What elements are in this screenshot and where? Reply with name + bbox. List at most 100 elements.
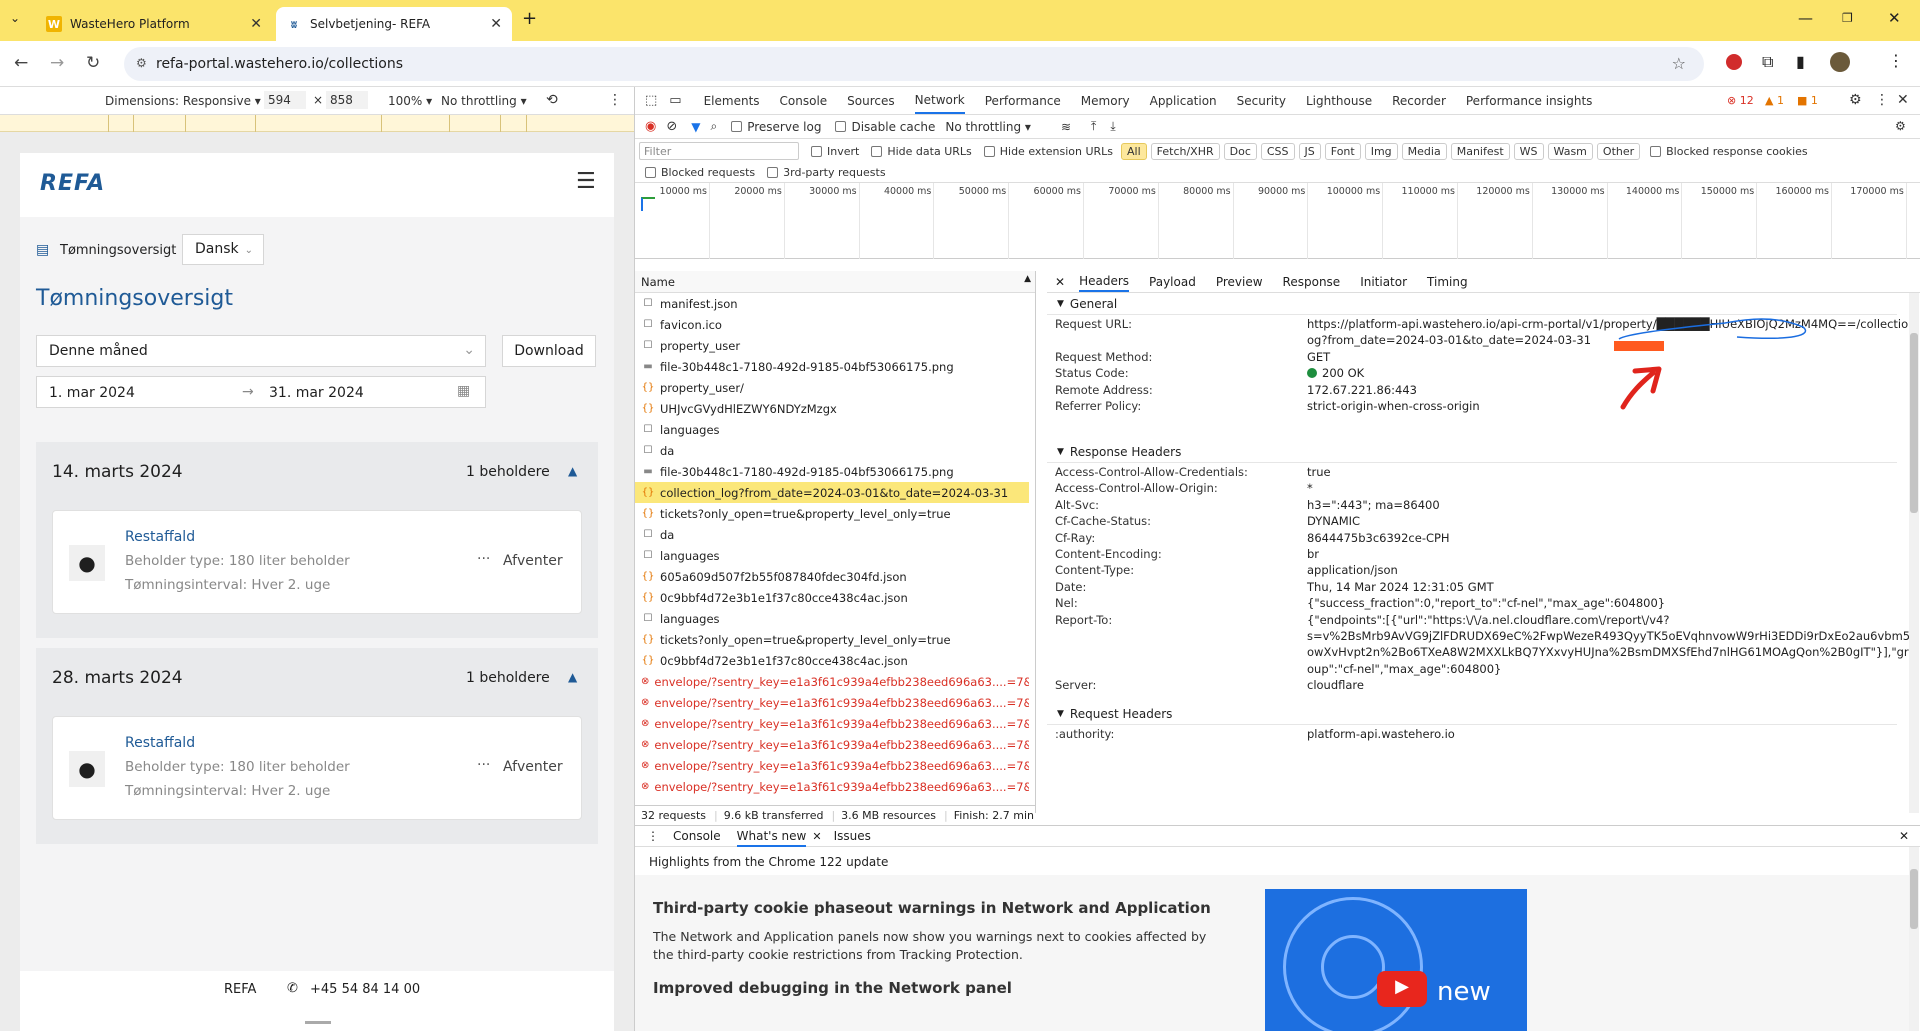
- zoom-dropdown[interactable]: 100% ▾: [388, 94, 432, 108]
- omnibox[interactable]: ⚙ refa-portal.wastehero.io/collections ☆: [124, 47, 1704, 81]
- devtools-more-icon[interactable]: ⋮: [1875, 92, 1889, 108]
- device-more-icon[interactable]: ⋮: [608, 92, 622, 108]
- request-row[interactable]: ⊗ envelope/?sentry_key=e1a3f61c939a4efbb2…: [635, 776, 1029, 797]
- header-value[interactable]: 8644475b3c6392ce-CPH: [1307, 531, 1450, 545]
- request-row[interactable]: ☐ favicon.ico: [635, 314, 1029, 335]
- clear-icon[interactable]: ⊘: [666, 119, 677, 134]
- article-heading-1[interactable]: Third-party cookie phaseout warnings in …: [653, 899, 1211, 917]
- scroll-thumb[interactable]: [1910, 333, 1918, 513]
- bookmark-star-icon[interactable]: ☆: [1672, 54, 1686, 73]
- record-stop-icon[interactable]: ◉: [645, 119, 656, 134]
- language-select[interactable]: Dansk ⌄: [182, 234, 264, 265]
- request-row[interactable]: ▬ file-30b448c1-7180-492d-9185-04bf530661…: [635, 356, 1029, 377]
- header-value[interactable]: true: [1307, 465, 1331, 479]
- tab-lighthouse[interactable]: Lighthouse: [1306, 94, 1372, 108]
- collapse-caret-icon[interactable]: ▲: [568, 464, 577, 478]
- chrome-menu-icon[interactable]: ⋮: [1888, 51, 1904, 70]
- header-value[interactable]: {"endpoints":[{"url":"https:\/\/a.nel.cl…: [1307, 613, 1669, 627]
- video-thumbnail[interactable]: ▶ new: [1265, 889, 1527, 1031]
- header-value[interactable]: Thu, 14 Mar 2024 12:31:05 GMT: [1307, 580, 1494, 594]
- detail-tab-payload[interactable]: Payload: [1149, 275, 1196, 289]
- collapse-caret-icon[interactable]: ▲: [568, 670, 577, 684]
- extension-record-icon[interactable]: [1726, 54, 1742, 70]
- type-filter-other[interactable]: Other: [1596, 142, 1641, 160]
- request-row[interactable]: ☐ languages: [635, 419, 1029, 440]
- tab-refa[interactable]: ʬ Selvbetjening- REFA ✕: [276, 7, 512, 41]
- tab-sources[interactable]: Sources: [847, 94, 894, 108]
- header-value[interactable]: og?from_date=2024-03-01&to_date=2024-03-…: [1307, 333, 1591, 347]
- reload-icon[interactable]: ↻: [86, 53, 100, 73]
- warning-count-badge[interactable]: ▲ 1: [1765, 94, 1784, 107]
- date-to[interactable]: 31. mar 2024: [269, 385, 364, 401]
- request-row[interactable]: {} 0c9bbf4d72e3b1e1f37c80cce438c4ac.json: [635, 587, 1029, 608]
- timeline-overview[interactable]: 10000 ms 20000 ms 30000 ms 40000 ms 50000 ms…: [635, 183, 1920, 259]
- close-tab-icon[interactable]: ✕: [490, 16, 502, 32]
- footer-phone[interactable]: +45 54 84 14 00: [310, 982, 420, 997]
- type-filter-doc[interactable]: Doc: [1223, 142, 1257, 160]
- device-height-input[interactable]: 858: [326, 91, 368, 109]
- tab-security[interactable]: Security: [1237, 94, 1286, 108]
- type-filter-font[interactable]: Font: [1324, 142, 1361, 160]
- type-filter-css[interactable]: CSS: [1260, 142, 1295, 160]
- close-whats-new-icon[interactable]: ✕: [812, 830, 821, 843]
- type-filter-fetch-xhr[interactable]: Fetch/XHR: [1150, 142, 1220, 160]
- request-row[interactable]: ⊗ envelope/?sentry_key=e1a3f61c939a4efbb2…: [635, 671, 1029, 692]
- tab-console[interactable]: Console: [780, 94, 828, 108]
- extensions-puzzle-icon[interactable]: ⧉: [1762, 52, 1773, 72]
- detail-scrollbar[interactable]: [1909, 293, 1919, 813]
- back-arrow-icon[interactable]: ←: [14, 53, 28, 73]
- request-row[interactable]: ⊗ envelope/?sentry_key=e1a3f61c939a4efbb2…: [635, 713, 1029, 734]
- request-row[interactable]: ☐ property_user: [635, 335, 1029, 356]
- site-info-icon[interactable]: ⚙: [136, 56, 147, 70]
- header-value[interactable]: application/json: [1307, 563, 1398, 577]
- response-headers-toggle[interactable]: ▼ Response Headers: [1047, 441, 1897, 463]
- request-row[interactable]: {} 605a609d507f2b55f087840fdec304fd.json: [635, 566, 1029, 587]
- header-value[interactable]: cloudflare: [1307, 678, 1364, 692]
- nav-item-collections[interactable]: Tømningsoversigt: [60, 243, 176, 258]
- header-value[interactable]: br: [1307, 547, 1319, 561]
- minimize-icon[interactable]: —: [1798, 9, 1813, 27]
- device-width-input[interactable]: 594: [264, 91, 306, 109]
- header-value[interactable]: DYNAMIC: [1307, 514, 1360, 528]
- close-drawer-icon[interactable]: ✕: [1899, 829, 1909, 843]
- tab-application[interactable]: Application: [1150, 94, 1217, 108]
- header-value[interactable]: *: [1307, 481, 1313, 495]
- network-settings-icon[interactable]: ⚙: [1895, 119, 1906, 133]
- request-row[interactable]: {} tickets?only_open=true&property_level_…: [635, 503, 1029, 524]
- tab-wastehero[interactable]: W WasteHero Platform ✕: [36, 7, 272, 41]
- header-value[interactable]: {"success_fraction":0,"report_to":"cf-ne…: [1307, 596, 1665, 610]
- container-card[interactable]: ● Restaffald Beholder type: 180 liter be…: [52, 510, 582, 614]
- detail-tab-preview[interactable]: Preview: [1216, 275, 1263, 289]
- header-value[interactable]: platform-api.wastehero.io: [1307, 727, 1455, 741]
- device-toggle-icon[interactable]: ▭: [669, 93, 681, 108]
- network-conditions-icon[interactable]: ≋: [1061, 120, 1071, 134]
- new-tab-plus-icon[interactable]: +: [522, 8, 537, 29]
- article-heading-2[interactable]: Improved debugging in the Network panel: [653, 979, 1012, 997]
- container-card[interactable]: ● Restaffald Beholder type: 180 liter be…: [52, 716, 582, 820]
- profile-avatar[interactable]: [1830, 52, 1850, 72]
- side-panel-icon[interactable]: ▮: [1796, 52, 1805, 71]
- close-tab-icon[interactable]: ✕: [250, 16, 262, 32]
- preserve-log-checkbox[interactable]: [731, 121, 743, 132]
- name-column-header[interactable]: Name ▲: [635, 271, 1035, 293]
- tab-search-button[interactable]: ⌄: [10, 11, 20, 25]
- header-value[interactable]: h3=":443"; ma=86400: [1307, 498, 1440, 512]
- drawer-tab-issues[interactable]: Issues: [834, 829, 871, 843]
- issue-count-badge[interactable]: ■ 1: [1797, 94, 1818, 107]
- header-value[interactable]: GET: [1307, 350, 1330, 364]
- tab-performance-insights[interactable]: Performance insights: [1466, 94, 1593, 108]
- restore-icon[interactable]: ❐: [1842, 11, 1853, 25]
- detail-tab-response[interactable]: Response: [1283, 275, 1341, 289]
- request-row[interactable]: ⊗ envelope/?sentry_key=e1a3f61c939a4efbb2…: [635, 755, 1029, 776]
- filter-funnel-icon[interactable]: ▼: [691, 120, 700, 134]
- request-headers-toggle[interactable]: ▼ Request Headers: [1047, 703, 1897, 725]
- drawer-tab-whats-new[interactable]: What's new: [736, 826, 807, 847]
- tab-elements[interactable]: Elements: [704, 94, 760, 108]
- blocked-response-cookies-checkbox[interactable]: [1650, 145, 1662, 157]
- search-icon[interactable]: ⌕: [710, 119, 717, 134]
- detail-tab-timing[interactable]: Timing: [1427, 275, 1468, 289]
- download-button[interactable]: Download: [502, 335, 596, 367]
- header-value[interactable]: owXvHvpt2n%2Bo6TXeA8W2MXXLkBQ7YXxvyHUJna…: [1307, 645, 1909, 659]
- header-value[interactable]: s=v%2BsMrb9AvVG9jZlFDRUDX69eC%2FwpWezeR4…: [1307, 629, 1909, 643]
- hide-data-urls-checkbox[interactable]: [871, 145, 883, 157]
